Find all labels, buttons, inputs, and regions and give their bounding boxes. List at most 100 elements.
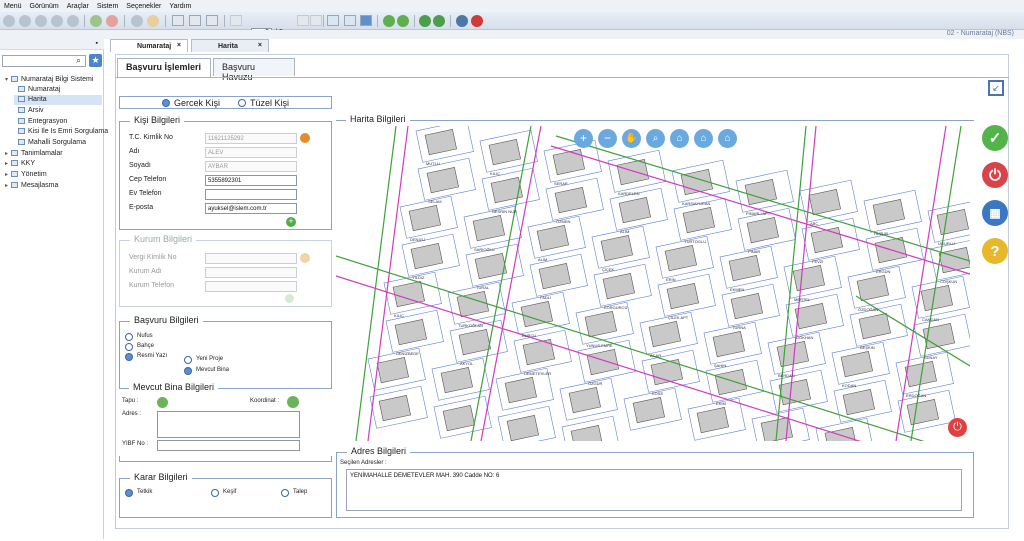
home-icon[interactable] — [383, 15, 395, 27]
ev-telefon-field[interactable] — [205, 189, 297, 200]
radio-bahce[interactable] — [125, 343, 133, 351]
kurum-adi-field[interactable] — [205, 267, 297, 278]
search-icon[interactable]: ⌕ — [76, 55, 81, 66]
radio-resmi-yazi[interactable] — [125, 353, 133, 361]
map-canvas[interactable]: MUTLU KILIÇ SERAP KARDELEN KARSIAYURAN PINARL… — [336, 126, 970, 441]
zoom-in-icon[interactable]: + — [574, 129, 593, 148]
question-icon[interactable] — [147, 15, 159, 27]
radio-nufus[interactable] — [125, 333, 133, 341]
next-page-icon[interactable] — [297, 15, 309, 26]
new-icon[interactable] — [3, 15, 15, 27]
search-company-icon[interactable] — [300, 253, 310, 263]
sidebar-search-input[interactable] — [2, 55, 86, 67]
selected-addresses-list[interactable]: YENİMAHALLE DEMETEVLER MAH. 390 Cadde NO… — [346, 469, 962, 511]
menu-item-tools[interactable]: Araçlar — [63, 3, 93, 10]
back-icon[interactable] — [19, 15, 31, 27]
help-icon[interactable]: ? — [982, 238, 1008, 264]
building-shape — [856, 275, 889, 302]
tree-item-entegrasyon[interactable]: Entegrasyon — [18, 117, 67, 127]
building-search-icon[interactable]: ⌂ — [694, 129, 713, 148]
add-icon[interactable]: + — [286, 217, 296, 227]
radio-kesif[interactable] — [211, 489, 219, 497]
vergi-field[interactable] — [205, 253, 297, 264]
power-icon[interactable] — [471, 15, 483, 27]
settings-icon[interactable] — [456, 15, 468, 27]
last-page-icon[interactable] — [310, 15, 322, 26]
tab-harita[interactable]: Harita × — [191, 39, 269, 52]
map-building-label: DENİZBEDE — [396, 351, 419, 356]
magnifier-icon[interactable]: ⌕ — [646, 129, 665, 148]
tree-item-mesajlasma[interactable]: ▸ Mesajlasma — [5, 181, 58, 191]
menu-item-help[interactable]: Yardım — [165, 3, 195, 10]
windows-icon[interactable] — [360, 15, 372, 26]
grid-icon[interactable] — [189, 15, 201, 26]
tree-item-kisi-is-emri[interactable]: Kisi Ile Is Emri Sorgulama — [18, 127, 108, 137]
tree-item-tanimlamalar[interactable]: ▸ Tanimlamalar — [5, 149, 63, 159]
location-icon[interactable] — [287, 396, 299, 408]
refresh-icon[interactable] — [51, 15, 63, 27]
tab-basvuru-havuzu[interactable]: Başvuru Havuzu — [213, 58, 295, 82]
window-icon[interactable] — [327, 15, 339, 26]
menu-item-view[interactable]: Görünüm — [26, 3, 63, 10]
forward-icon[interactable] — [35, 15, 47, 27]
adres-field[interactable] — [157, 411, 300, 438]
power-off-icon[interactable]: ⏻ — [982, 162, 1008, 188]
list-icon[interactable] — [172, 15, 184, 26]
toolbar: 0 / 0 — [0, 12, 1024, 38]
tab-basvuru-islemleri[interactable]: Başvuru İşlemleri — [117, 58, 211, 77]
building-shape — [488, 139, 521, 166]
map-power-icon[interactable]: ⏻ — [948, 418, 967, 437]
close-icon[interactable]: × — [177, 42, 181, 49]
tree-item-nbs[interactable]: ▾ Numarataj Bilgi Sistemi — [5, 75, 93, 85]
menu-item-system[interactable]: Sistem — [93, 3, 122, 10]
tab-numarataj[interactable]: Numarataj × — [110, 39, 188, 52]
expand-icon[interactable]: ↙ — [988, 80, 1004, 96]
cancel-icon[interactable] — [106, 15, 118, 27]
star-icon[interactable]: ★ — [89, 54, 102, 67]
tc-kimlik-field[interactable]: 11621125292 — [205, 133, 297, 144]
radio-tuzel-kisi[interactable] — [238, 99, 246, 107]
add-icon[interactable] — [285, 294, 294, 303]
radio-yeni-proje[interactable] — [184, 356, 192, 364]
window-icon[interactable] — [344, 15, 356, 26]
print-icon[interactable] — [206, 15, 218, 26]
nav-right-icon[interactable] — [433, 15, 445, 27]
tree-item-arsiv[interactable]: Arsiv — [18, 106, 44, 116]
home-icon[interactable]: ⌂ — [670, 129, 689, 148]
tree-item-kky[interactable]: ▸ KKY — [5, 159, 35, 169]
calculator-icon[interactable]: ▦ — [982, 200, 1008, 226]
prev-page-icon[interactable] — [236, 15, 248, 26]
tree-item-mahalli[interactable]: Mahalli Sorgulama — [18, 138, 86, 148]
undo-icon[interactable] — [67, 15, 79, 27]
radio-tetkik[interactable] — [125, 489, 133, 497]
adi-field[interactable]: ALEV — [205, 147, 297, 158]
radio-talep[interactable] — [281, 489, 289, 497]
kurum-telefon-field[interactable] — [205, 281, 297, 292]
close-icon[interactable]: × — [258, 42, 262, 49]
pan-hand-icon[interactable]: ✋ — [622, 129, 641, 148]
check-icon[interactable] — [90, 15, 102, 27]
pin-icon[interactable]: ▪ — [96, 40, 98, 47]
building-shape — [504, 377, 537, 404]
nav-left-icon[interactable] — [419, 15, 431, 27]
radio-gercek-kisi[interactable] — [162, 99, 170, 107]
info-icon[interactable] — [131, 15, 143, 27]
mail-icon[interactable] — [397, 15, 409, 27]
tree-item-harita[interactable]: Harita — [14, 95, 102, 105]
zoom-out-icon[interactable]: − — [598, 129, 617, 148]
building-star-icon[interactable]: ⌂ — [718, 129, 737, 148]
tapu-icon[interactable] — [157, 397, 168, 408]
eposta-field[interactable]: ayuksel@islem.com.tr — [205, 203, 297, 214]
search-person-icon[interactable] — [300, 133, 310, 143]
confirm-check-icon[interactable]: ✓ — [982, 125, 1008, 151]
map-view[interactable]: MUTLU KILIÇ SERAP KARDELEN KARSIAYURAN PINARL… — [336, 126, 970, 441]
tree-item-numarataj[interactable]: Numarataj — [18, 85, 60, 95]
radio-mevcut-bina[interactable] — [184, 367, 192, 375]
cep-telefon-field[interactable]: 5355892301 — [205, 175, 297, 186]
tree-item-yonetim[interactable]: ▸ Yönetim — [5, 170, 47, 180]
yibf-field[interactable] — [157, 440, 300, 451]
soyadi-field[interactable]: AYBAR — [205, 161, 297, 172]
menu-item-menu[interactable]: Menü — [0, 3, 26, 10]
label-kurum-tel: Kurum Telefon — [129, 282, 175, 289]
menu-item-options[interactable]: Seçenekler — [122, 3, 165, 10]
